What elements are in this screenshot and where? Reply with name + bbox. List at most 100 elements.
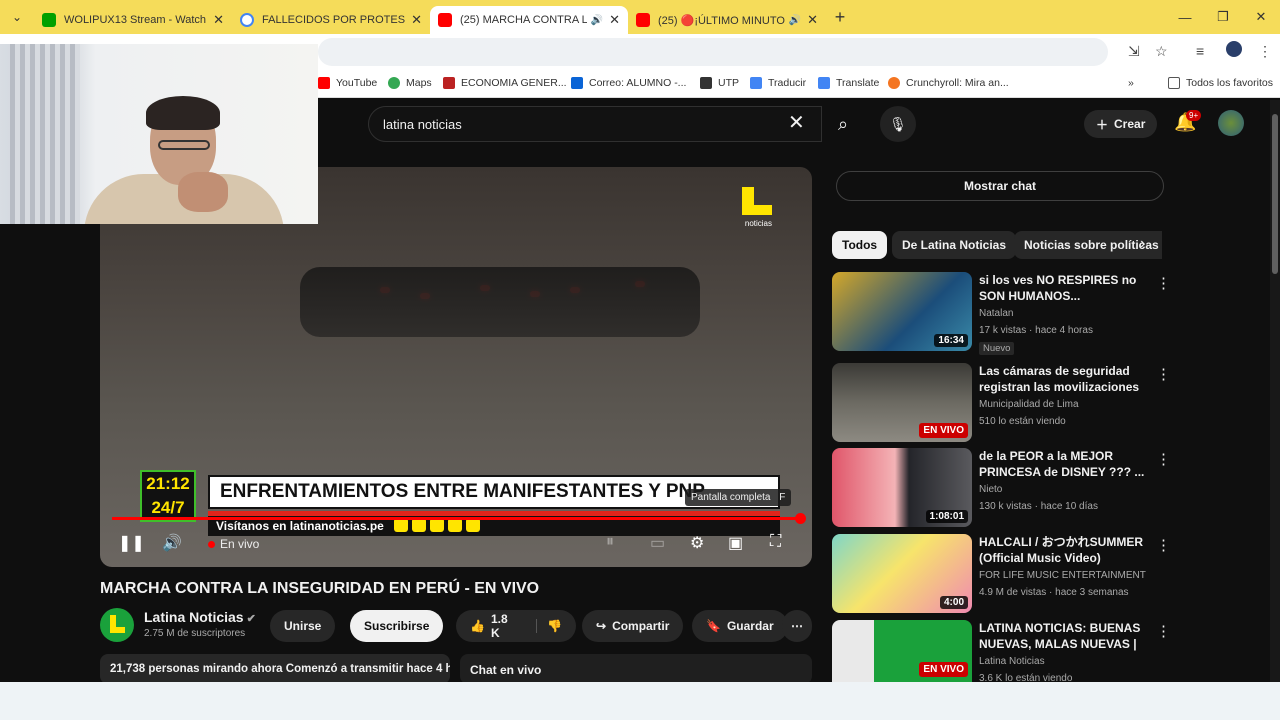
voice-search-button[interactable]: 🎙 xyxy=(880,106,916,142)
live-indicator[interactable]: En vivo xyxy=(208,537,259,551)
recommendation-item[interactable]: 16:34 si los ves NO RESPIRES no SON HUMA… xyxy=(832,272,1172,355)
bookmark-item[interactable]: Correo: ALUMNO -... xyxy=(571,77,686,89)
more-options-icon[interactable]: ⋮ xyxy=(1156,274,1171,292)
chevron-right-icon[interactable]: › xyxy=(1140,235,1145,253)
autoplay-toggle[interactable]: ⏸ xyxy=(606,533,614,551)
reco-title[interactable]: si los ves NO RESPIRES no SON HUMANOS... xyxy=(979,272,1145,304)
more-actions-button[interactable]: ⋯ xyxy=(782,610,812,642)
youtube-icon xyxy=(318,77,330,89)
close-tab-icon[interactable]: ✕ xyxy=(411,12,422,28)
chip-latina[interactable]: De Latina Noticias xyxy=(892,231,1017,259)
crunchyroll-icon xyxy=(888,77,900,89)
tab-title: FALLECIDOS POR PROTESTA - E xyxy=(262,14,406,26)
bookmark-item[interactable]: Maps xyxy=(388,77,432,89)
video-thumbnail[interactable]: 4:00 xyxy=(832,534,972,613)
more-options-icon[interactable]: ⋮ xyxy=(1156,450,1171,468)
browser-tab[interactable]: FALLECIDOS POR PROTESTA - E ✕ xyxy=(232,6,430,34)
miniplayer-icon[interactable]: ▣ xyxy=(728,533,743,553)
browser-tab-active[interactable]: (25) MARCHA CONTRA LA I 🔊 ✕ xyxy=(430,6,628,34)
close-tab-icon[interactable]: ✕ xyxy=(609,12,620,28)
reco-channel[interactable]: Latina Noticias xyxy=(979,656,1045,667)
clock-box: 21:12 24/7 xyxy=(140,470,196,522)
reco-channel[interactable]: Nieto xyxy=(979,484,1002,495)
speaker-icon[interactable]: 🔊 xyxy=(591,15,603,26)
reco-title[interactable]: Las cámaras de seguridad registran las m… xyxy=(979,363,1145,397)
channel-avatar[interactable] xyxy=(100,608,134,642)
subtitles-icon[interactable]: ▭ xyxy=(650,533,665,553)
account-avatar[interactable] xyxy=(1218,110,1244,136)
settings-gear-icon[interactable]: ⚙ xyxy=(690,533,704,553)
bookmark-item[interactable]: Translate xyxy=(818,77,879,89)
bookmark-item[interactable]: Crunchyroll: Mira an... xyxy=(888,77,1009,89)
video-player[interactable]: noticias 21:12 24/7 ENFRENTAMIENTOS ENTRE… xyxy=(100,167,812,567)
reco-title[interactable]: LATINA NOTICIAS: BUENAS NUEVAS, MALAS NU… xyxy=(979,620,1145,654)
speaker-icon[interactable]: 🔊 xyxy=(789,15,801,26)
install-app-icon[interactable]: ⇲ xyxy=(1128,43,1140,60)
create-button[interactable]: ＋ Crear xyxy=(1084,110,1158,138)
bookmark-item[interactable]: Traducir xyxy=(750,77,806,89)
video-thumbnail[interactable]: EN VIVO xyxy=(832,363,972,442)
bookmark-star-icon[interactable]: ☆ xyxy=(1155,43,1168,60)
restore-icon[interactable]: ❐ xyxy=(1204,0,1242,34)
share-button[interactable]: ↪ Compartir xyxy=(582,610,684,642)
close-tab-icon[interactable]: ✕ xyxy=(807,12,818,28)
close-window-icon[interactable]: ✕ xyxy=(1242,0,1280,34)
dislike-icon[interactable]: 👎 xyxy=(536,619,562,633)
join-button[interactable]: Unirse xyxy=(270,610,336,642)
browser-tab[interactable]: (25) 🔴¡ÚLTIMO MINUTO! F 🔊 ✕ xyxy=(628,6,826,34)
notifications-badge: 9+ xyxy=(1186,110,1202,121)
channel-name[interactable]: Latina Noticias ✔ xyxy=(144,609,256,625)
recommendation-item[interactable]: EN VIVO Las cámaras de seguridad registr… xyxy=(832,363,1172,443)
volume-icon[interactable]: 🔊 xyxy=(162,533,182,553)
bookmark-item[interactable]: UTP xyxy=(700,77,739,89)
chip-all[interactable]: Todos xyxy=(832,231,888,259)
page-scrollbar[interactable] xyxy=(1270,100,1280,682)
like-icon[interactable]: 👍 xyxy=(470,619,485,633)
live-chat-header[interactable]: Chat en vivo xyxy=(460,654,812,684)
clear-search-icon[interactable]: ✕ xyxy=(788,110,805,135)
reco-channel[interactable]: Natalan xyxy=(979,308,1013,319)
live-dot-icon xyxy=(208,540,215,548)
browser-tab[interactable]: WOLIPUX13 Stream - Watch Liv ✕ xyxy=(34,6,232,34)
search-input[interactable]: latina noticias xyxy=(368,106,822,142)
recommendation-item[interactable]: 4:00 HALCALI / おつかれSUMMER (Official Musi… xyxy=(832,534,1172,614)
minimize-icon[interactable]: — xyxy=(1166,0,1204,34)
reco-title[interactable]: de la PEOR a la MEJOR PRINCESA de DISNEY… xyxy=(979,448,1145,480)
subscribe-button[interactable]: Suscribirse xyxy=(350,610,444,642)
save-button[interactable]: 🔖 Guardar xyxy=(692,610,788,642)
bookmark-item[interactable]: ECONOMIA GENER... xyxy=(443,77,567,89)
video-thumbnail[interactable]: 16:34 xyxy=(832,272,972,351)
reco-meta: 510 lo están viendo xyxy=(979,416,1066,427)
clock-time: 21:12 xyxy=(146,474,190,493)
video-thumbnail[interactable]: 1:08:01 xyxy=(832,448,972,527)
more-menu-icon[interactable]: ⋮ xyxy=(1258,43,1272,60)
more-bookmarks-icon[interactable]: » xyxy=(1128,77,1134,89)
new-tab-icon[interactable]: + xyxy=(826,7,854,28)
profile-avatar-icon[interactable] xyxy=(1226,41,1242,57)
more-options-icon[interactable]: ⋮ xyxy=(1156,536,1171,554)
reco-channel[interactable]: Municipalidad de Lima xyxy=(979,399,1079,410)
recommendation-item[interactable]: 1:08:01 de la PEOR a la MEJOR PRINCESA d… xyxy=(832,448,1172,528)
like-count: 1.8 K xyxy=(490,612,508,640)
progress-bar[interactable] xyxy=(112,513,806,524)
more-options-icon[interactable]: ⋮ xyxy=(1156,622,1171,640)
video-thumbnail[interactable]: EN VIVO xyxy=(832,620,972,682)
recommendation-item[interactable]: EN VIVO LATINA NOTICIAS: BUENAS NUEVAS, … xyxy=(832,620,1172,682)
show-chat-button[interactable]: Mostrar chat xyxy=(836,171,1164,201)
search-button[interactable]: ⌕ xyxy=(822,106,864,142)
close-tab-icon[interactable]: ✕ xyxy=(213,12,224,28)
media-control-icon[interactable]: ≡ xyxy=(1196,43,1204,59)
more-options-icon[interactable]: ⋮ xyxy=(1156,365,1171,383)
fullscreen-icon[interactable]: ⛶ xyxy=(770,533,781,551)
live-viewers-text[interactable]: 21,738 personas mirando ahora Comenzó a … xyxy=(100,654,450,684)
tab-search-icon[interactable]: ⌄ xyxy=(0,0,34,34)
reco-title[interactable]: HALCALI / おつかれSUMMER (Official Music Vid… xyxy=(979,534,1145,566)
pause-icon[interactable]: ❚❚ xyxy=(118,533,145,553)
scrollbar-thumb[interactable] xyxy=(1272,114,1278,274)
all-bookmarks-button[interactable]: Todos los favoritos xyxy=(1168,77,1273,89)
bookmark-item[interactable]: YouTube xyxy=(318,77,377,89)
duration-badge: 1:08:01 xyxy=(925,510,968,523)
omnibox[interactable] xyxy=(318,38,1108,66)
reco-channel[interactable]: FOR LIFE MUSIC ENTERTAINMENT xyxy=(979,570,1146,581)
scrubber-handle[interactable] xyxy=(795,513,806,524)
